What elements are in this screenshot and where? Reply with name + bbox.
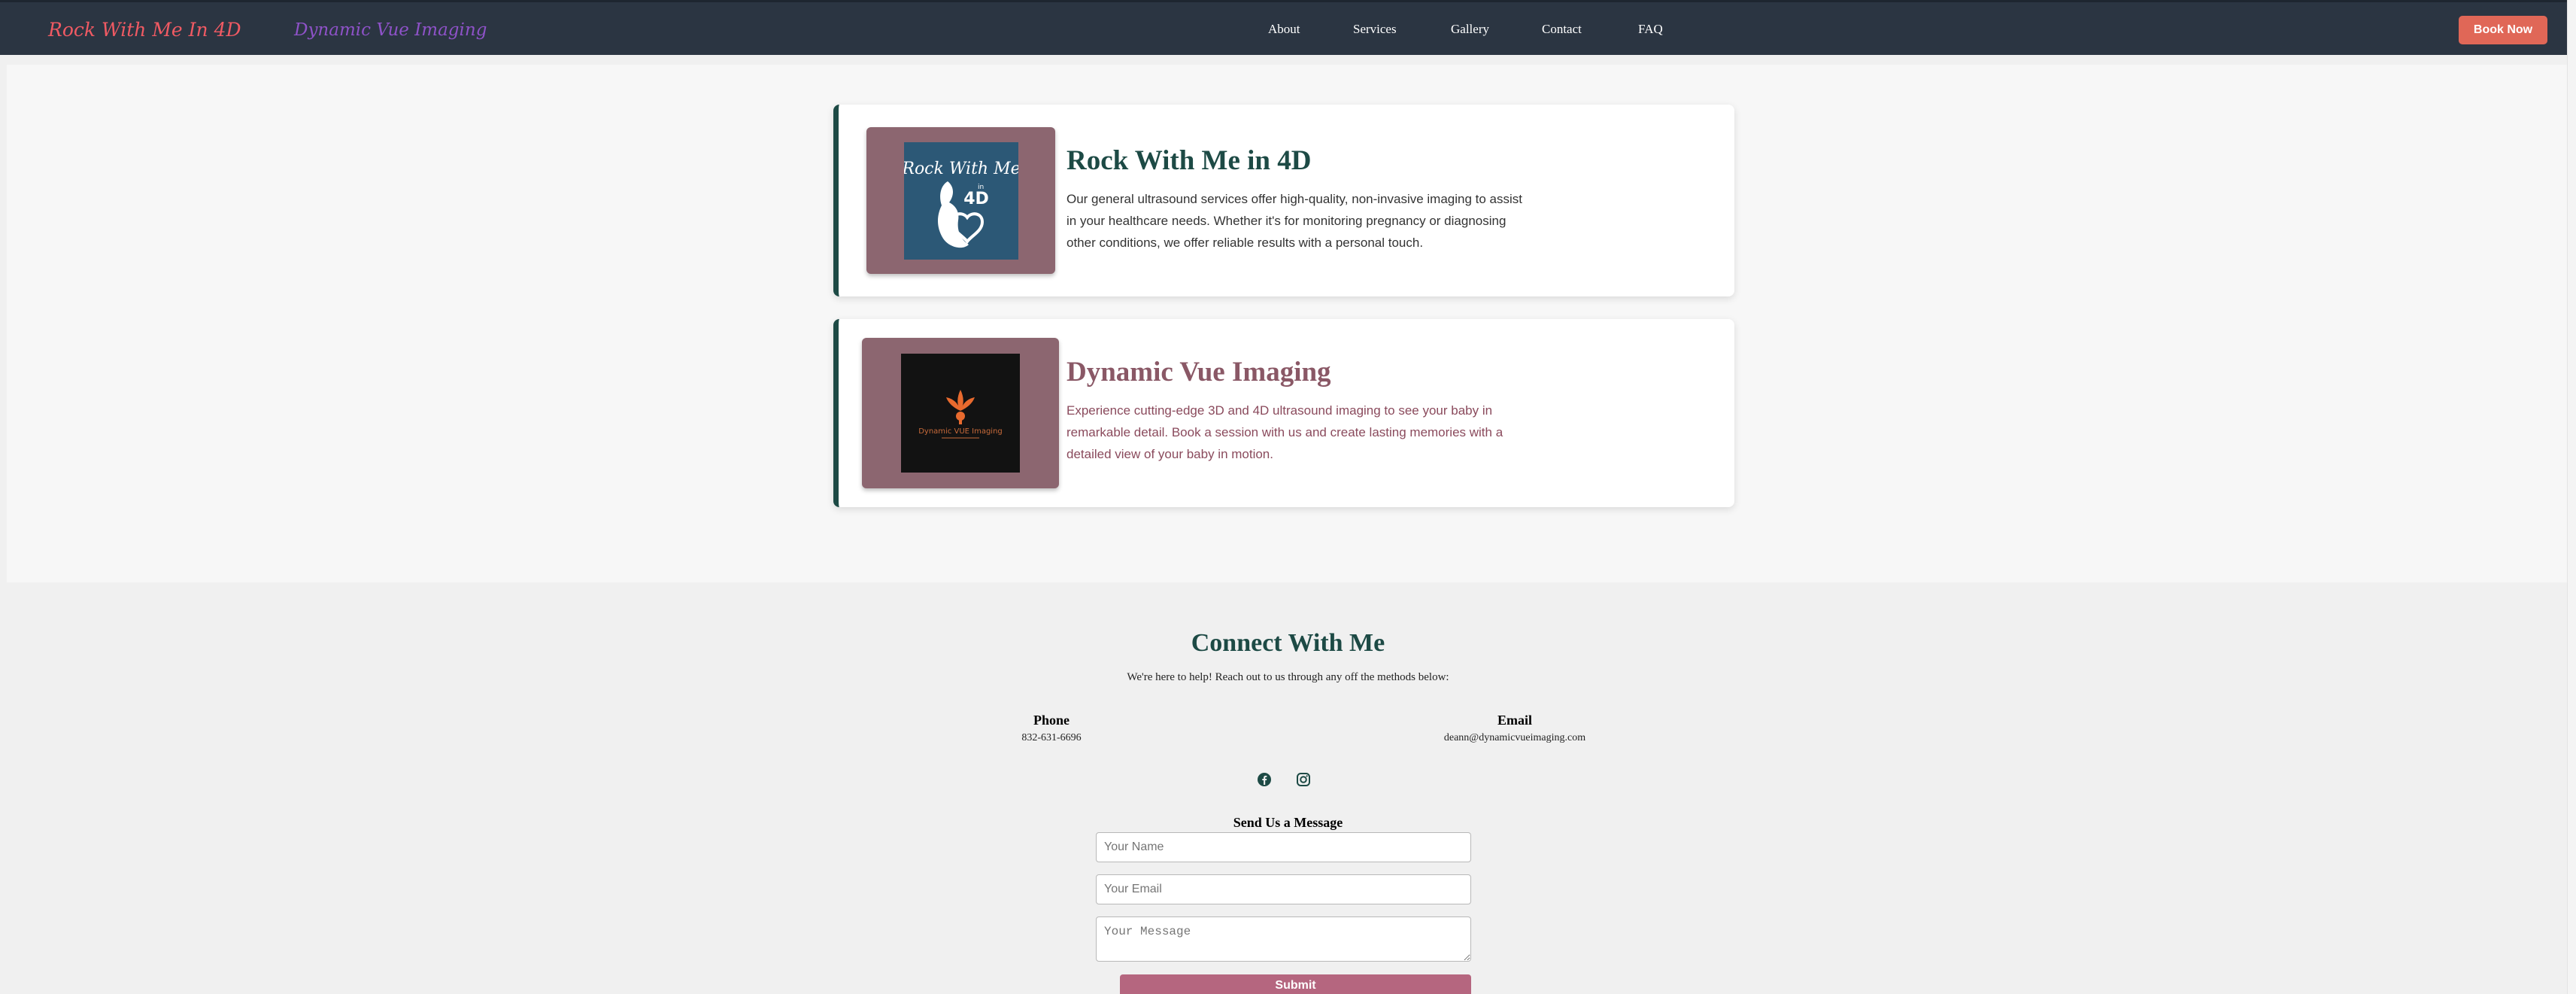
navbar: Rock With Me In 4D Dynamic Vue Imaging A…	[0, 0, 2576, 55]
phone-number[interactable]: 832-631-6696	[976, 732, 1127, 744]
logo-text-4d: 4D	[963, 190, 989, 208]
service-title: Dynamic Vue Imaging	[1067, 357, 1331, 388]
service-card-rock-with-me: Rock With Me in 4D Rock With Me in 4D Ou…	[833, 105, 1734, 296]
email-address[interactable]: deann@dynamicvueimaging.com	[1402, 732, 1628, 744]
logo-text-rock: Rock With Me	[904, 160, 1018, 178]
logo-text-dynamic-vue: Dynamic VUE Imaging	[918, 427, 1003, 436]
contact-title: Connect With Me	[1191, 629, 1385, 657]
submit-button[interactable]: Submit	[1120, 974, 1471, 994]
contact-subtitle: We're here to help! Reach out to us thro…	[1127, 671, 1449, 683]
facebook-icon[interactable]	[1255, 771, 1273, 789]
name-input[interactable]	[1096, 832, 1471, 862]
rock-with-me-logo: Rock With Me in 4D	[904, 142, 1018, 260]
nav-link-gallery[interactable]: Gallery	[1451, 22, 1489, 37]
phone-label: Phone	[1033, 713, 1070, 728]
service-image-frame: Rock With Me in 4D	[866, 127, 1055, 274]
dynamic-vue-logo: Dynamic VUE Imaging	[901, 354, 1020, 473]
email-input[interactable]	[1096, 874, 1471, 904]
service-card-dynamic-vue: Dynamic VUE Imaging Dynamic Vue Imaging …	[833, 319, 1734, 507]
service-image-frame: Dynamic VUE Imaging	[862, 338, 1059, 488]
service-description: Experience cutting-edge 3D and 4D ultras…	[1067, 403, 1503, 461]
service-description: Our general ultrasound services offer hi…	[1067, 192, 1523, 250]
nav-link-contact[interactable]: Contact	[1542, 22, 1582, 37]
message-textarea[interactable]	[1096, 916, 1471, 962]
brand-logo-rock-with-me[interactable]: Rock With Me In 4D	[48, 19, 241, 41]
book-now-button[interactable]: Book Now	[2459, 16, 2547, 44]
nav-link-faq[interactable]: FAQ	[1638, 22, 1663, 37]
email-label: Email	[1497, 713, 1532, 728]
brand-logo-dynamic-vue[interactable]: Dynamic Vue Imaging	[294, 20, 487, 40]
nav-link-services[interactable]: Services	[1353, 22, 1397, 37]
service-title: Rock With Me in 4D	[1067, 145, 1312, 176]
nav-link-about[interactable]: About	[1268, 22, 1300, 37]
instagram-icon[interactable]	[1294, 771, 1312, 789]
scrollbar[interactable]	[2567, 0, 2576, 994]
form-title: Send Us a Message	[1233, 815, 1343, 830]
